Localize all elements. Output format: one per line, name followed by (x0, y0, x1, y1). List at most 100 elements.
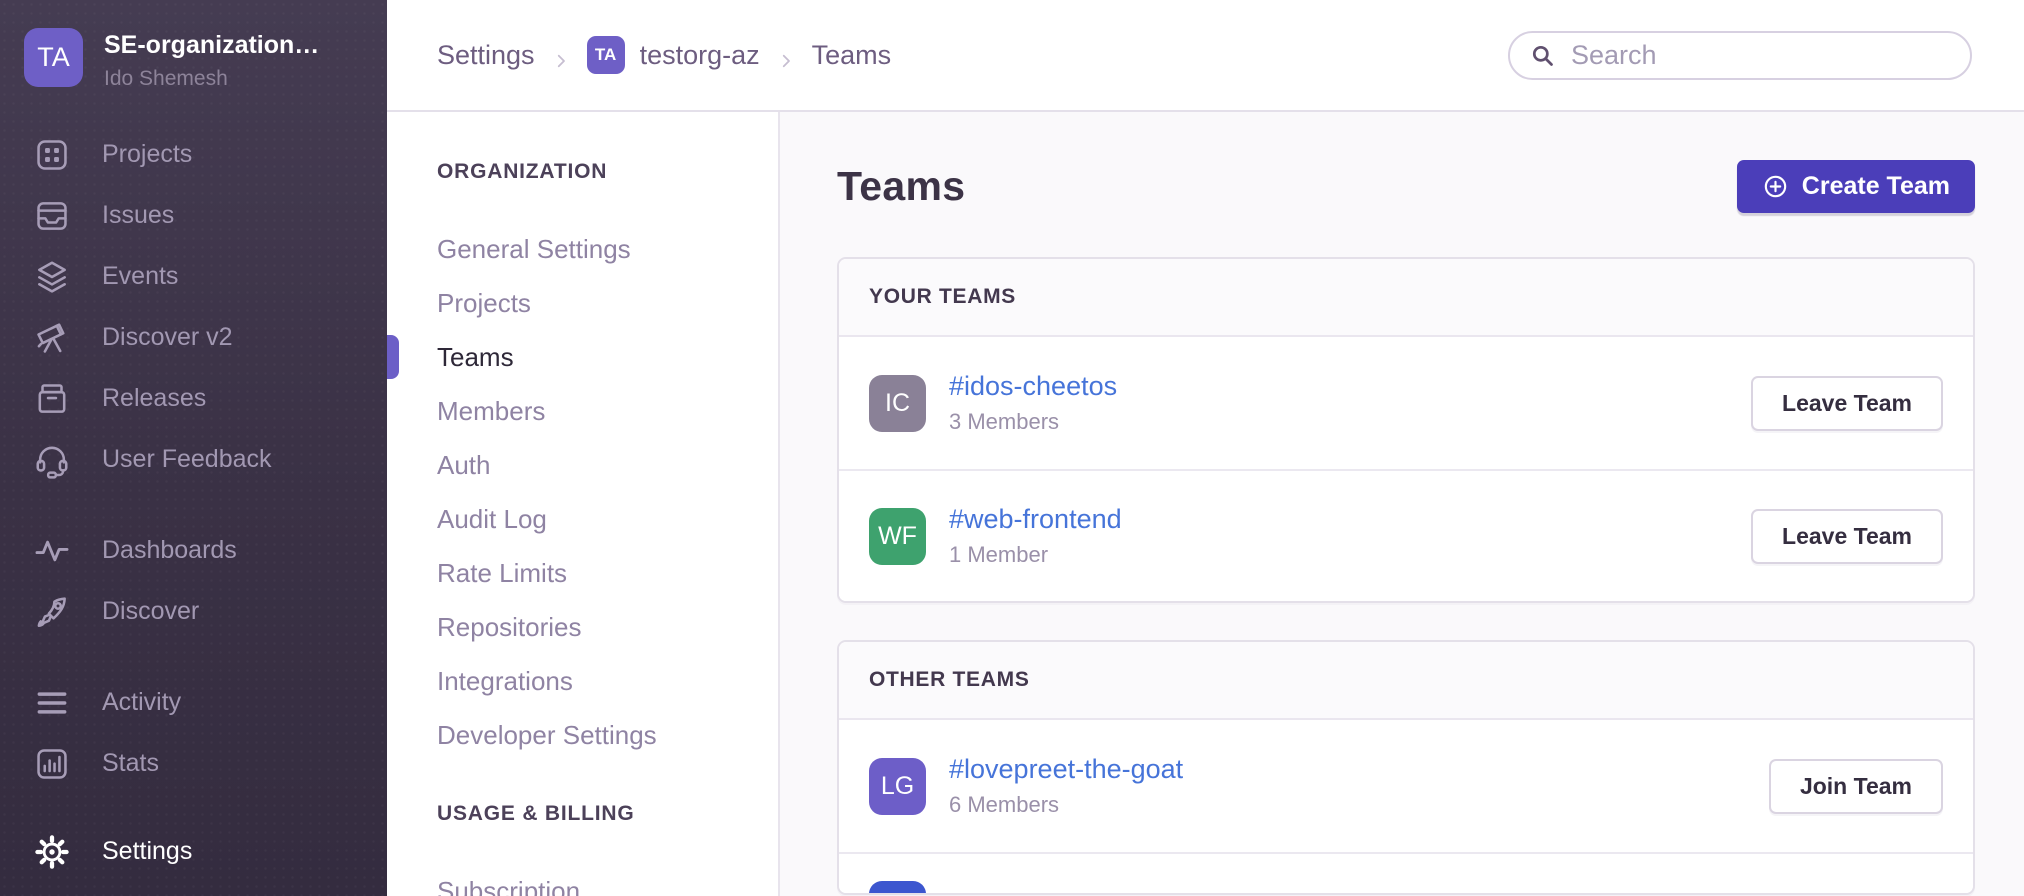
user-feedback-icon (33, 441, 71, 479)
discover-icon (33, 593, 71, 631)
org-switcher-text: SE-organization… Ido Shemesh (104, 28, 319, 91)
team-avatar: WF (869, 508, 926, 565)
team-avatar (869, 881, 926, 895)
sidebar-bottom: Settings (0, 821, 387, 882)
sidebar: TA SE-organization… Ido Shemesh Projects… (0, 0, 387, 896)
team-name-link[interactable]: #idos-cheetos (949, 371, 1117, 402)
breadcrumb-label: Teams (812, 40, 892, 71)
sidebar-item-label: Discover (102, 597, 199, 626)
sidebar-item-events[interactable]: Events (0, 246, 387, 307)
activity-icon (33, 684, 71, 722)
team-row: WF #web-frontend 1 Member Leave Team (839, 469, 1973, 601)
sidebar-item-user-feedback[interactable]: User Feedback (0, 429, 387, 490)
body-row: ORGANIZATION General SettingsProjectsTea… (387, 112, 2024, 896)
search-icon (1529, 42, 1556, 69)
team-member-count: 6 Members (949, 792, 1183, 818)
breadcrumb-label: testorg-az (640, 40, 760, 71)
team-panel-header: YOUR TEAMS (839, 259, 1973, 337)
sidebar-item-label: Issues (102, 201, 174, 230)
breadcrumb: Settings TA testorg-az Teams (437, 36, 891, 74)
settings-icon (33, 833, 71, 871)
sidebar-item-settings[interactable]: Settings (0, 821, 387, 882)
issues-icon (33, 197, 71, 235)
sidebar-item-label: Projects (102, 140, 192, 169)
search-box[interactable] (1508, 31, 1972, 80)
leave-team-button[interactable]: Leave Team (1751, 509, 1943, 564)
plus-circle-icon (1762, 173, 1789, 200)
sidebar-group: Activity Stats (0, 672, 387, 794)
create-team-label: Create Team (1802, 172, 1950, 201)
user-name: Ido Shemesh (104, 67, 319, 91)
team-row (839, 852, 1973, 893)
settings-nav-item-auth[interactable]: Auth (437, 438, 778, 492)
team-panel-header: OTHER TEAMS (839, 642, 1973, 720)
settings-nav-item-repositories[interactable]: Repositories (437, 600, 778, 654)
create-team-button[interactable]: Create Team (1737, 160, 1975, 213)
sidebar-item-activity[interactable]: Activity (0, 672, 387, 733)
sidebar-item-releases[interactable]: Releases (0, 368, 387, 429)
topbar: Settings TA testorg-az Teams (387, 0, 2024, 112)
breadcrumb-testorg-az[interactable]: TA testorg-az (587, 36, 760, 74)
sidebar-item-issues[interactable]: Issues (0, 185, 387, 246)
breadcrumb-label: Settings (437, 40, 535, 71)
sidebar-item-label: Events (102, 262, 178, 291)
chevron-right-icon (777, 46, 795, 64)
settings-nav-item-audit-log[interactable]: Audit Log (437, 492, 778, 546)
sidebar-item-label: Releases (102, 384, 206, 413)
page-head: Teams Create Team (837, 160, 1975, 213)
search-input[interactable] (1569, 39, 1956, 72)
sidebar-item-label: Settings (102, 837, 192, 866)
stats-icon (33, 745, 71, 783)
sidebar-item-label: User Feedback (102, 445, 272, 474)
team-name-link[interactable]: #web-frontend (949, 504, 1122, 535)
settings-nav-item-subscription[interactable]: Subscription (437, 864, 778, 896)
sidebar-item-projects[interactable]: Projects (0, 124, 387, 185)
sidebar-item-stats[interactable]: Stats (0, 733, 387, 794)
settings-nav-section-title: ORGANIZATION (437, 160, 778, 184)
settings-nav-item-members[interactable]: Members (437, 384, 778, 438)
settings-nav-section: ORGANIZATION General SettingsProjectsTea… (437, 160, 778, 762)
sidebar-item-discover[interactable]: Discover (0, 581, 387, 642)
team-panel: YOUR TEAMS IC #idos-cheetos 3 Members Le… (837, 257, 1975, 603)
settings-nav-item-projects[interactable]: Projects (437, 276, 778, 330)
org-name: SE-organization… (104, 31, 319, 60)
sidebar-item-discover-v2[interactable]: Discover v2 (0, 307, 387, 368)
team-panel: OTHER TEAMS LG #lovepreet-the-goat 6 Mem… (837, 640, 1975, 895)
team-member-count: 3 Members (949, 409, 1117, 435)
org-switcher[interactable]: TA SE-organization… Ido Shemesh (0, 0, 387, 91)
team-panels: YOUR TEAMS IC #idos-cheetos 3 Members Le… (837, 257, 1975, 895)
primary-nav: Projects Issues Events Discover v2 Relea… (0, 124, 387, 794)
settings-nav-section-title: USAGE & BILLING (437, 802, 778, 826)
team-member-count: 1 Member (949, 542, 1122, 568)
main-content: Teams Create Team YOUR TEAMS IC #idos-ch… (780, 112, 2024, 896)
releases-icon (33, 380, 71, 418)
sidebar-item-dashboards[interactable]: Dashboards (0, 520, 387, 581)
settings-nav: ORGANIZATION General SettingsProjectsTea… (387, 112, 780, 896)
dashboards-icon (33, 532, 71, 570)
discover-v2-icon (33, 319, 71, 357)
settings-nav-item-teams[interactable]: Teams (437, 330, 778, 384)
settings-nav-item-general-settings[interactable]: General Settings (437, 222, 778, 276)
settings-nav-item-integrations[interactable]: Integrations (437, 654, 778, 708)
app-root: TA SE-organization… Ido Shemesh Projects… (0, 0, 2024, 896)
projects-icon (33, 136, 71, 174)
leave-team-button[interactable]: Leave Team (1751, 376, 1943, 431)
settings-nav-item-developer-settings[interactable]: Developer Settings (437, 708, 778, 762)
sidebar-group: Projects Issues Events Discover v2 Relea… (0, 124, 387, 490)
breadcrumb-teams[interactable]: Teams (812, 40, 892, 71)
org-avatar: TA (24, 28, 83, 87)
events-icon (33, 258, 71, 296)
settings-nav-item-rate-limits[interactable]: Rate Limits (437, 546, 778, 600)
content-column: Settings TA testorg-az Teams ORGANIZATION G… (387, 0, 2024, 896)
chevron-right-icon (552, 46, 570, 64)
team-row: IC #idos-cheetos 3 Members Leave Team (839, 337, 1973, 469)
team-name-link[interactable]: #lovepreet-the-goat (949, 754, 1183, 785)
org-badge: TA (587, 36, 625, 74)
page-title: Teams (837, 163, 965, 210)
team-avatar: LG (869, 758, 926, 815)
settings-nav-section: USAGE & BILLING Subscription (437, 802, 778, 896)
breadcrumb-settings[interactable]: Settings (437, 40, 535, 71)
team-row: LG #lovepreet-the-goat 6 Members Join Te… (839, 720, 1973, 852)
sidebar-item-label: Discover v2 (102, 323, 233, 352)
join-team-button[interactable]: Join Team (1769, 759, 1943, 814)
